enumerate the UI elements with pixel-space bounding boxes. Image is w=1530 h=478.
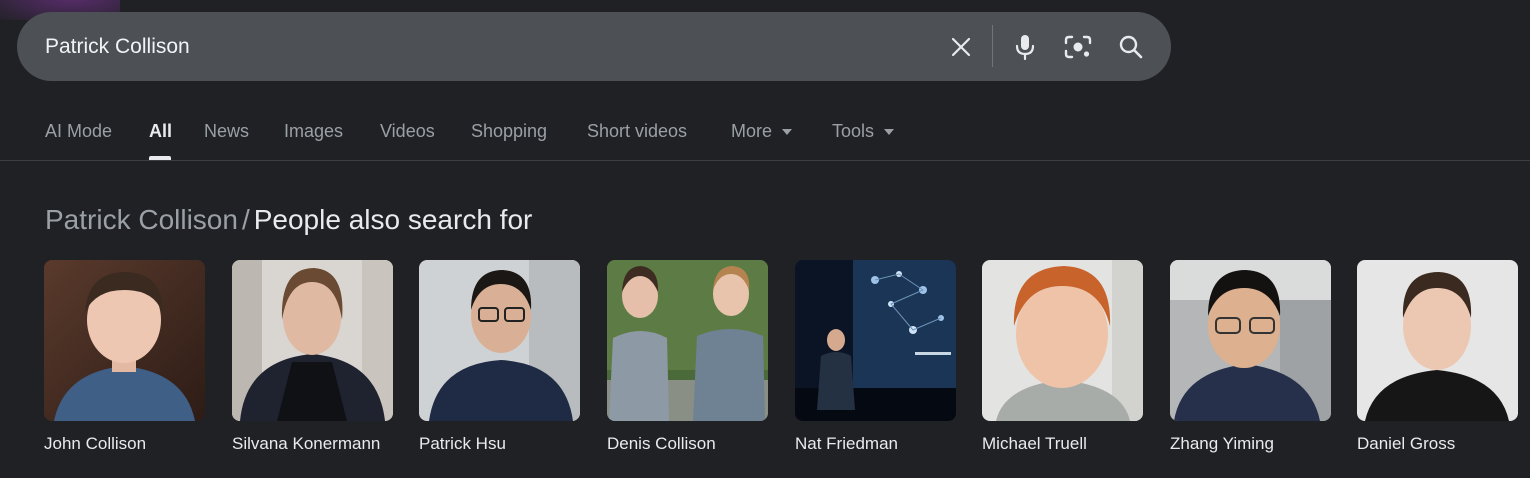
tab-short-videos[interactable]: Short videos bbox=[587, 119, 687, 143]
person-photo bbox=[1170, 260, 1331, 421]
tab-images[interactable]: Images bbox=[284, 119, 343, 143]
person-photo bbox=[232, 260, 393, 421]
section-heading: Patrick Collison / People also search for bbox=[45, 202, 532, 238]
tab-news[interactable]: News bbox=[204, 119, 249, 143]
person-name: Patrick Hsu bbox=[419, 434, 506, 453]
tab-shopping[interactable]: Shopping bbox=[471, 119, 547, 143]
person-photo bbox=[607, 260, 768, 421]
tab-more[interactable]: More bbox=[731, 119, 793, 143]
person-photo bbox=[795, 260, 956, 421]
person-photo bbox=[419, 260, 580, 421]
breadcrumb-separator: / bbox=[241, 204, 250, 235]
person-card-john-collison[interactable]: John Collison bbox=[44, 260, 205, 455]
person-name: John Collison bbox=[44, 434, 147, 453]
caret-down-icon bbox=[884, 129, 895, 136]
person-photo bbox=[982, 260, 1143, 421]
person-card-silvana-konermann[interactable]: Silvana Konermann bbox=[232, 260, 393, 455]
person-name: Zhang Yiming bbox=[1170, 434, 1274, 453]
person-name: Daniel Gross bbox=[1357, 434, 1456, 453]
person-card-patrick-hsu[interactable]: Patrick Hsu bbox=[419, 260, 580, 455]
tab-all[interactable]: All bbox=[149, 119, 172, 143]
person-card-nat-friedman[interactable]: Nat Friedman bbox=[795, 260, 956, 455]
person-card-michael-truell[interactable]: Michael Truell bbox=[982, 260, 1143, 455]
breadcrumb[interactable]: Patrick Collison bbox=[45, 204, 238, 235]
tab-ai-mode[interactable]: AI Mode bbox=[45, 119, 112, 143]
person-photo bbox=[1357, 260, 1518, 421]
person-name: Michael Truell bbox=[982, 434, 1087, 453]
search-tabs: AI Mode All News Images Videos Shopping … bbox=[0, 0, 1530, 161]
person-name: Nat Friedman bbox=[795, 434, 898, 453]
tab-tools[interactable]: Tools bbox=[832, 119, 895, 143]
person-name: Denis Collison bbox=[607, 434, 716, 453]
tab-more-label: More bbox=[731, 121, 773, 141]
caret-down-icon bbox=[782, 129, 793, 136]
person-card-denis-collison[interactable]: Denis Collison bbox=[607, 260, 768, 455]
tab-tools-label: Tools bbox=[832, 121, 875, 141]
section-title: People also search for bbox=[253, 204, 533, 235]
person-name: Silvana Konermann bbox=[232, 434, 381, 453]
active-tab-indicator bbox=[149, 156, 171, 160]
person-photo bbox=[44, 260, 205, 421]
person-card-daniel-gross[interactable]: Daniel Gross bbox=[1357, 260, 1518, 455]
person-card-zhang-yiming[interactable]: Zhang Yiming bbox=[1170, 260, 1331, 455]
tab-videos[interactable]: Videos bbox=[380, 119, 435, 143]
